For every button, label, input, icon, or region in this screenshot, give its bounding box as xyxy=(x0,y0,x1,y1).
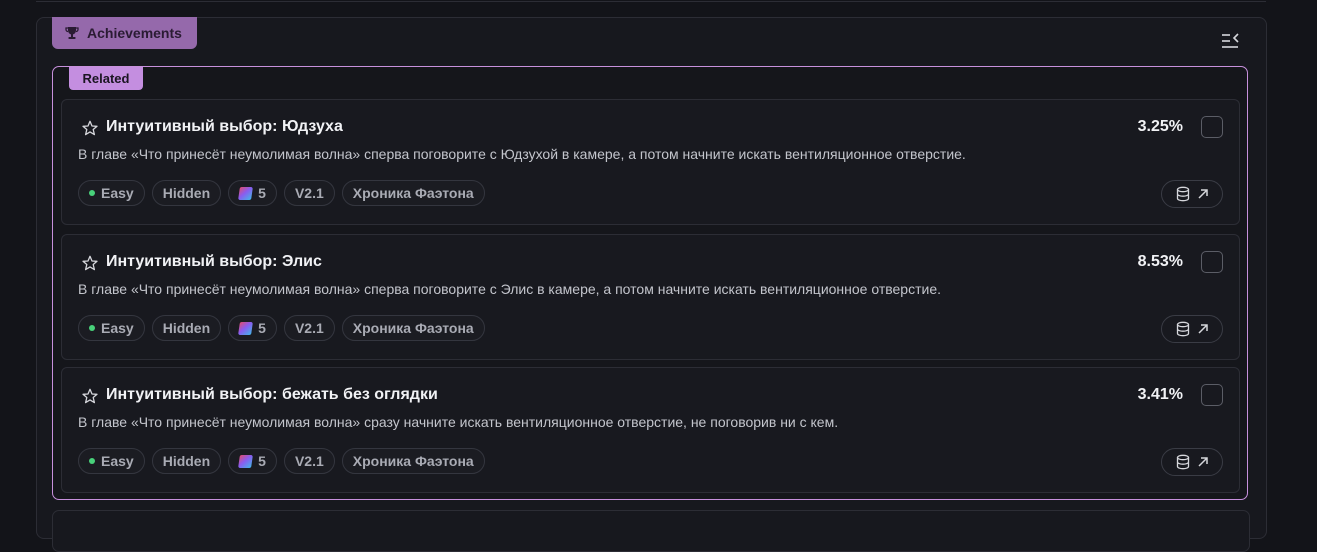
achievement-tags: Easy Hidden 5 V2.1 Хроника Фаэтона xyxy=(78,180,485,206)
reward-badge[interactable]: 5 xyxy=(228,448,277,474)
difficulty-badge[interactable]: Easy xyxy=(78,448,145,474)
external-link-icon xyxy=(1197,457,1208,467)
achievement-percent: 8.53% xyxy=(1137,253,1183,270)
collapse-list-icon xyxy=(1222,33,1239,48)
achievement-checkbox[interactable] xyxy=(1201,251,1223,273)
external-link-icon xyxy=(1197,324,1208,334)
hidden-badge[interactable]: Hidden xyxy=(151,448,222,474)
database-icon xyxy=(1176,321,1189,337)
category-badge[interactable]: Хроника Фаэтона xyxy=(341,315,485,341)
database-icon xyxy=(1176,186,1189,202)
related-label: Related xyxy=(69,67,143,90)
reward-badge[interactable]: 5 xyxy=(228,315,277,341)
achievement-description: В главе «Что принесёт неумолимая волна» … xyxy=(78,281,942,297)
stellar-jade-icon xyxy=(238,321,254,335)
next-achievement-card xyxy=(52,510,1250,552)
achievement-description: В главе «Что принесёт неумолимая волна» … xyxy=(78,146,966,162)
achievement-title: Интуитивный выбор: Элис xyxy=(106,253,322,270)
easy-dot-icon xyxy=(89,190,95,196)
hidden-badge[interactable]: Hidden xyxy=(151,180,222,206)
reward-badge[interactable]: 5 xyxy=(228,180,277,206)
achievement-title: Интуитивный выбор: Юдзуха xyxy=(106,118,343,135)
achievement-checkbox[interactable] xyxy=(1201,384,1223,406)
achievement-description: В главе «Что принесёт неумолимая волна» … xyxy=(78,414,839,430)
difficulty-badge[interactable]: Easy xyxy=(78,180,145,206)
database-link-button[interactable] xyxy=(1161,180,1223,208)
achievement-title: Интуитивный выбор: бежать без оглядки xyxy=(106,386,438,403)
previous-panel-edge xyxy=(36,0,1266,2)
star-icon[interactable] xyxy=(82,255,98,271)
star-icon[interactable] xyxy=(82,120,98,136)
achievements-section-tab: Achievements xyxy=(52,17,197,49)
database-icon xyxy=(1176,454,1189,470)
achievement-percent: 3.25% xyxy=(1137,118,1183,135)
star-icon[interactable] xyxy=(82,388,98,404)
achievement-tags: Easy Hidden 5 V2.1 Хроника Фаэтона xyxy=(78,315,485,341)
achievement-checkbox[interactable] xyxy=(1201,116,1223,138)
version-badge[interactable]: V2.1 xyxy=(283,448,335,474)
achievement-tags: Easy Hidden 5 V2.1 Хроника Фаэтона xyxy=(78,448,485,474)
database-link-button[interactable] xyxy=(1161,315,1223,343)
version-badge[interactable]: V2.1 xyxy=(283,315,335,341)
trophy-icon xyxy=(65,26,79,40)
hidden-badge[interactable]: Hidden xyxy=(151,315,222,341)
category-badge[interactable]: Хроника Фаэтона xyxy=(341,180,485,206)
collapse-list-button[interactable] xyxy=(1219,30,1241,52)
stellar-jade-icon xyxy=(238,186,254,200)
achievement-percent: 3.41% xyxy=(1137,386,1183,403)
achievements-section-label: Achievements xyxy=(87,25,182,41)
easy-dot-icon xyxy=(89,325,95,331)
achievement-card: Интуитивный выбор: Юдзуха 3.25% В главе … xyxy=(61,99,1240,225)
easy-dot-icon xyxy=(89,458,95,464)
version-badge[interactable]: V2.1 xyxy=(283,180,335,206)
difficulty-badge[interactable]: Easy xyxy=(78,315,145,341)
stellar-jade-icon xyxy=(238,454,254,468)
external-link-icon xyxy=(1197,189,1208,199)
database-link-button[interactable] xyxy=(1161,448,1223,476)
category-badge[interactable]: Хроника Фаэтона xyxy=(341,448,485,474)
achievement-card: Интуитивный выбор: Элис 8.53% В главе «Ч… xyxy=(61,234,1240,360)
achievement-card: Интуитивный выбор: бежать без оглядки 3.… xyxy=(61,367,1240,493)
